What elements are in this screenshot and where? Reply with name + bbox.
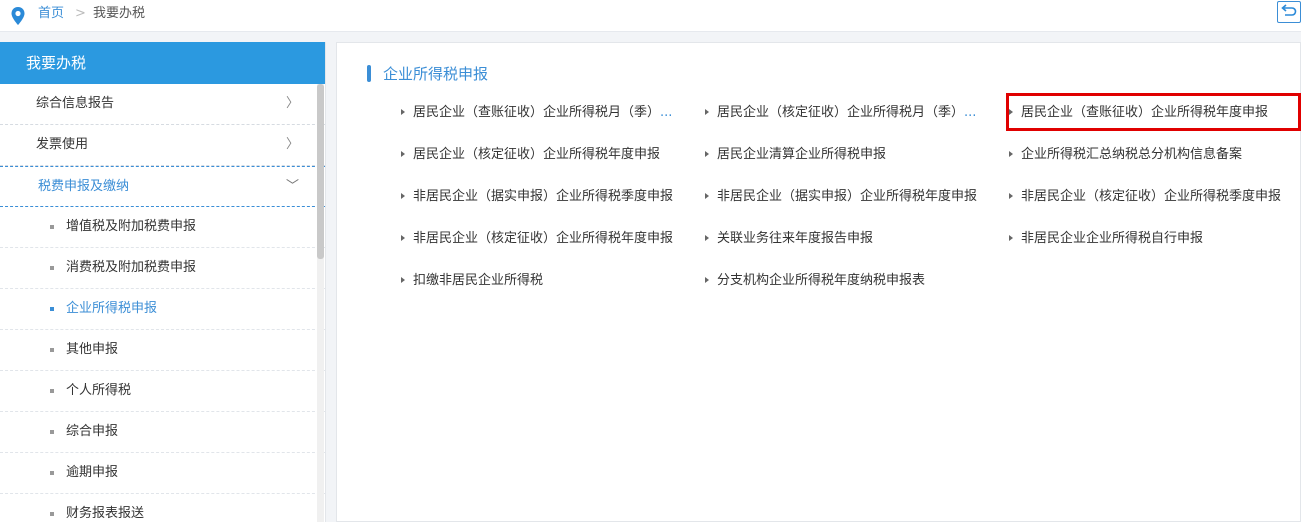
sidebar-subitem-label: 综合申报 bbox=[66, 424, 119, 439]
caret-right-icon bbox=[401, 234, 405, 241]
breadcrumb-current: 我要办税 bbox=[93, 6, 146, 21]
bullet-icon bbox=[50, 512, 54, 516]
link-text: 居民企业（核定征收）企业所得税月（季） bbox=[717, 105, 965, 120]
top-bar: 首页 > 我要办税 bbox=[0, 0, 1301, 32]
link-branch-annual-return[interactable]: 分支机构企业所得税年度纳税申报表 bbox=[705, 272, 925, 290]
sidebar-subitem-label: 企业所得税申报 bbox=[66, 301, 158, 316]
sidebar-item-info-report[interactable]: 综合信息报告 〉 bbox=[0, 84, 325, 125]
link-text: 居民企业清算企业所得税申报 bbox=[717, 147, 887, 162]
caret-right-icon bbox=[1009, 150, 1013, 157]
link-resident-assessed-annual[interactable]: 居民企业（核定征收）企业所得税年度申报 bbox=[401, 146, 660, 164]
sidebar-subitem-label: 财务报表报送 bbox=[66, 506, 145, 521]
link-text: 企业所得税汇总纳税总分机构信息备案 bbox=[1021, 147, 1243, 162]
back-button[interactable] bbox=[1277, 1, 1301, 23]
sidebar-subitem-corporate-income-tax[interactable]: 企业所得税申报 bbox=[0, 289, 325, 330]
sidebar-scrollbar[interactable] bbox=[317, 84, 324, 522]
link-nonresident-assessed-annual[interactable]: 非居民企业（核定征收）企业所得税年度申报 bbox=[401, 230, 673, 248]
sidebar-subitem-comprehensive[interactable]: 综合申报 bbox=[0, 412, 325, 453]
caret-right-icon bbox=[401, 150, 405, 157]
scrollbar-thumb[interactable] bbox=[317, 84, 324, 259]
link-text: 非居民企业（据实申报）企业所得税季度申报 bbox=[413, 189, 674, 204]
bullet-icon bbox=[50, 225, 54, 229]
breadcrumb-separator: > bbox=[75, 6, 86, 21]
sidebar-item-label: 综合信息报告 bbox=[36, 96, 115, 111]
sidebar-subitem-financial-statements[interactable]: 财务报表报送 bbox=[0, 494, 325, 522]
link-text: 居民企业（核定征收）企业所得税年度申报 bbox=[413, 147, 661, 162]
sidebar-subitem-label: 其他申报 bbox=[66, 342, 119, 357]
sidebar-item-label: 税费申报及缴纳 bbox=[38, 179, 130, 194]
caret-right-icon bbox=[401, 192, 405, 199]
caret-right-icon bbox=[705, 108, 709, 115]
caret-right-icon bbox=[401, 108, 405, 115]
section-title: 企业所得税申报 bbox=[383, 65, 489, 83]
link-text: 非居民企业（核定征收）企业所得税年度申报 bbox=[413, 231, 674, 246]
link-nonresident-self-filing[interactable]: 非居民企业企业所得税自行申报 bbox=[1009, 230, 1203, 248]
bullet-icon bbox=[50, 430, 54, 434]
sidebar-item-tax-filing[interactable]: 税费申报及缴纳 ﹀ bbox=[0, 166, 325, 207]
sidebar-subitem-consumption-tax[interactable]: 消费税及附加税费申报 bbox=[0, 248, 325, 289]
bullet-icon bbox=[50, 471, 54, 475]
sidebar-subitem-overdue[interactable]: 逾期申报 bbox=[0, 453, 325, 494]
sidebar: 我要办税 综合信息报告 〉 发票使用 〉 税费申报及缴纳 ﹀ 增值税及附加税费申… bbox=[0, 42, 326, 522]
sidebar-subitem-personal-income-tax[interactable]: 个人所得税 bbox=[0, 371, 325, 412]
link-nonresident-actual-annual[interactable]: 非居民企业（据实申报）企业所得税年度申报 bbox=[705, 188, 977, 206]
caret-right-icon bbox=[1009, 192, 1013, 199]
bullet-icon bbox=[50, 307, 54, 311]
link-text: 分支机构企业所得税年度纳税申报表 bbox=[717, 273, 926, 288]
link-text: 非居民企业（据实申报）企业所得税年度申报 bbox=[717, 189, 978, 204]
link-resident-assessed-monthly[interactable]: 居民企业（核定征收）企业所得税月（季）... bbox=[705, 104, 976, 122]
chevron-right-icon: 〉 bbox=[285, 96, 299, 111]
breadcrumb-home-link[interactable]: 首页 bbox=[38, 6, 64, 22]
highlight-box bbox=[1006, 93, 1301, 131]
sidebar-subitem-label: 增值税及附加税费申报 bbox=[66, 219, 197, 234]
sidebar-subitem-vat[interactable]: 增值税及附加税费申报 bbox=[0, 207, 325, 248]
link-consolidated-filing-record[interactable]: 企业所得税汇总纳税总分机构信息备案 bbox=[1009, 146, 1242, 164]
bullet-icon bbox=[50, 348, 54, 352]
caret-right-icon bbox=[401, 276, 405, 283]
link-ellipsis: ... bbox=[964, 105, 977, 120]
link-withholding-nonresident[interactable]: 扣缴非居民企业所得税 bbox=[401, 272, 543, 290]
link-resident-liquidation[interactable]: 居民企业清算企业所得税申报 bbox=[705, 146, 886, 164]
location-pin-icon bbox=[10, 6, 26, 26]
chevron-right-icon: 〉 bbox=[285, 137, 299, 152]
sidebar-item-invoice[interactable]: 发票使用 〉 bbox=[0, 125, 325, 166]
link-text: 非居民企业（核定征收）企业所得税季度申报 bbox=[1021, 189, 1282, 204]
sidebar-subitem-label: 逾期申报 bbox=[66, 465, 119, 480]
link-nonresident-actual-quarterly[interactable]: 非居民企业（据实申报）企业所得税季度申报 bbox=[401, 188, 673, 206]
sidebar-subitem-label: 个人所得税 bbox=[66, 383, 132, 398]
bullet-icon bbox=[50, 389, 54, 393]
sidebar-subitem-label: 消费税及附加税费申报 bbox=[66, 260, 197, 275]
link-nonresident-assessed-quarterly[interactable]: 非居民企业（核定征收）企业所得税季度申报 bbox=[1009, 188, 1281, 206]
caret-right-icon bbox=[705, 276, 709, 283]
return-arrow-icon bbox=[1281, 3, 1297, 21]
link-ellipsis: ... bbox=[660, 105, 673, 120]
link-related-party-report[interactable]: 关联业务往来年度报告申报 bbox=[705, 230, 873, 248]
sidebar-item-label: 发票使用 bbox=[36, 137, 89, 152]
caret-right-icon bbox=[705, 234, 709, 241]
caret-right-icon bbox=[705, 192, 709, 199]
link-text: 居民企业（查账征收）企业所得税月（季） bbox=[413, 105, 661, 120]
link-resident-audit-monthly[interactable]: 居民企业（查账征收）企业所得税月（季）... bbox=[401, 104, 672, 122]
bullet-icon bbox=[50, 266, 54, 270]
link-text: 关联业务往来年度报告申报 bbox=[717, 231, 874, 246]
caret-right-icon bbox=[705, 150, 709, 157]
sidebar-title: 我要办税 bbox=[0, 42, 325, 84]
main-panel: 企业所得税申报 居民企业（查账征收）企业所得税月（季）... 居民企业（核定征收… bbox=[336, 42, 1301, 522]
link-text: 非居民企业企业所得税自行申报 bbox=[1021, 231, 1204, 246]
section-marker bbox=[367, 65, 371, 82]
link-text: 扣缴非居民企业所得税 bbox=[413, 273, 544, 288]
chevron-down-icon: ﹀ bbox=[285, 179, 299, 194]
caret-right-icon bbox=[1009, 234, 1013, 241]
sidebar-subitem-other[interactable]: 其他申报 bbox=[0, 330, 325, 371]
